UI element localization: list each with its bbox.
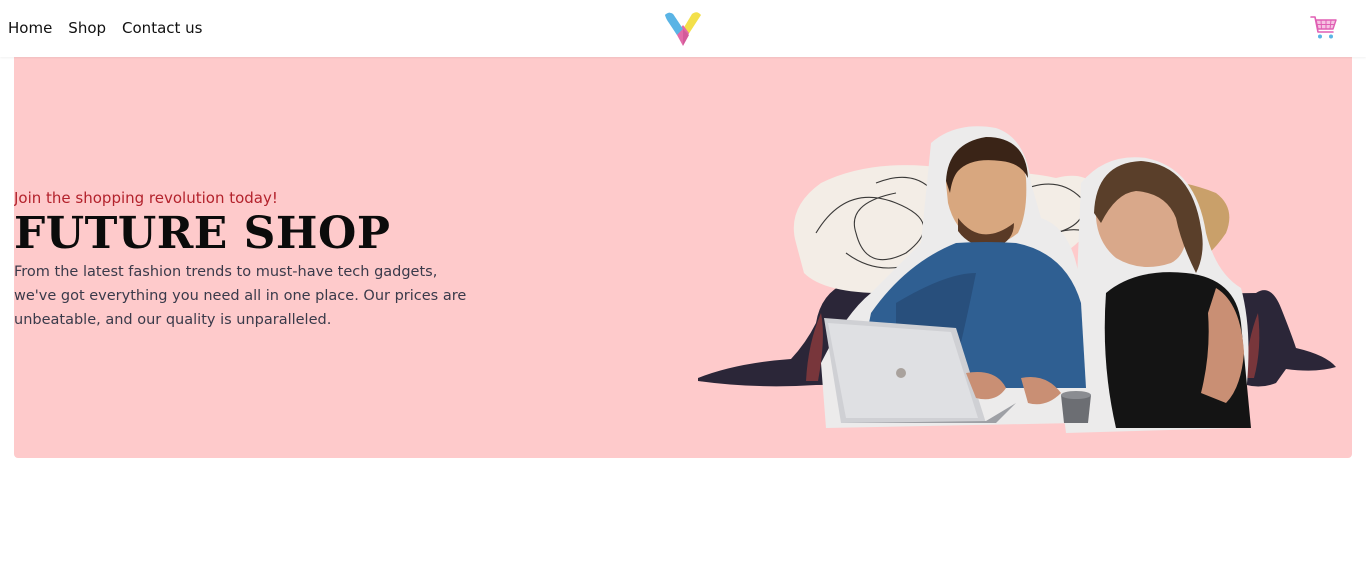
nav-link-contact-us[interactable]: Contact us xyxy=(122,18,202,38)
logo-icon[interactable] xyxy=(663,9,703,47)
people-with-laptop-illustration xyxy=(696,123,1342,439)
hero-title: FUTURE SHOP xyxy=(14,208,391,259)
hero-description: From the latest fashion trends to must-h… xyxy=(14,264,467,328)
hero-text: Join the shopping revolution today! FUTU… xyxy=(14,188,484,332)
shopping-cart-icon[interactable] xyxy=(1310,15,1338,41)
navbar: Home Shop Contact us xyxy=(0,0,1366,57)
hero-banner: Join the shopping revolution today! FUTU… xyxy=(14,57,1352,458)
nav-links: Home Shop Contact us xyxy=(8,18,202,38)
hero-tagline: Join the shopping revolution today! xyxy=(14,189,278,207)
nav-link-shop[interactable]: Shop xyxy=(68,18,106,38)
nav-link-home[interactable]: Home xyxy=(8,18,52,38)
